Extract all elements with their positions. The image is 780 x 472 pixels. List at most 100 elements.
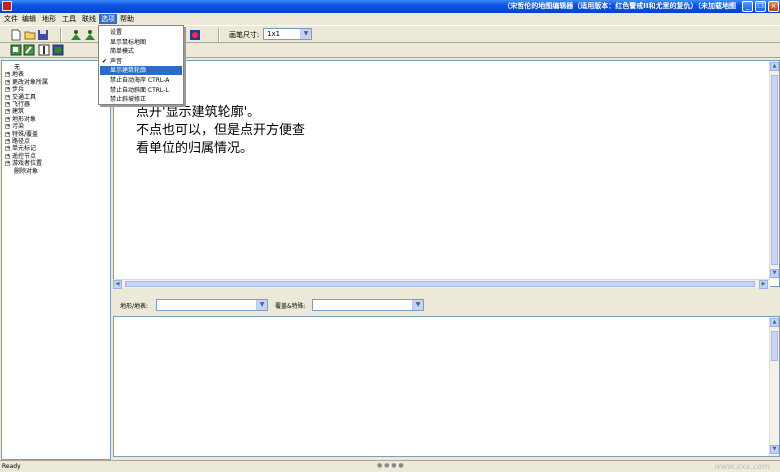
- tree-item[interactable]: + 飞行器: [5, 101, 30, 108]
- palette-icon: [190, 30, 200, 40]
- options-menu-item[interactable]: 禁止自动斜面 CTRL-L: [100, 86, 182, 95]
- options-menu-item[interactable]: 显示建筑轮廓: [100, 66, 182, 76]
- preview-vscroll-thumb[interactable]: [771, 331, 778, 361]
- chevron-down-icon: ▼: [300, 29, 311, 39]
- tree-item[interactable]: + 步兵: [5, 86, 24, 93]
- canvas-hscroll-thumb[interactable]: [125, 281, 755, 287]
- tree-item-label: 删除对象: [14, 167, 39, 175]
- expand-icon[interactable]: +: [5, 102, 10, 107]
- tree-item[interactable]: + 单元标记: [5, 145, 36, 152]
- expand-icon[interactable]: +: [5, 109, 10, 115]
- tree-item[interactable]: + 污染: [5, 123, 24, 130]
- canvas-vertical-scrollbar[interactable]: ▲ ▼: [769, 61, 779, 279]
- options-menu-item-label: 显示建筑轮廓: [110, 67, 147, 75]
- tree-item[interactable]: + 路径点: [5, 138, 30, 145]
- options-menu-item[interactable]: 禁止斜坡修正: [100, 95, 182, 104]
- status-bar: Ready ● ● ● ● www.xxx.com: [0, 460, 780, 472]
- scroll-up-icon[interactable]: ▲: [770, 318, 779, 327]
- tool-button-2[interactable]: [23, 44, 35, 56]
- options-menu-item-label: 禁止自动海岸 CTRL-A: [110, 77, 170, 84]
- menu-tools[interactable]: 工具: [60, 14, 78, 24]
- object-tree[interactable]: 无 + 地表 + 更改对象所属 + 步兵 + 交通工具 + 飞行器 + 建筑 + 地形对象 + 污染 + 特殊/覆盖…: [1, 60, 111, 460]
- note-line-2: 不点也可以，但是点开方便查: [136, 123, 306, 138]
- tree-item[interactable]: + 更改对象所属: [5, 79, 48, 86]
- open-file-button[interactable]: [24, 29, 36, 41]
- window-title: （宋哲伦的地图编辑器（适用版本：红色警戒II和尤里的复仇）（未加载地图: [503, 2, 736, 10]
- terrain-select[interactable]: ▼: [156, 299, 268, 311]
- menu-file[interactable]: 文件: [2, 14, 20, 24]
- scroll-right-icon[interactable]: ▶: [759, 280, 768, 289]
- toolbar-separator: [218, 28, 220, 42]
- lower-ground-button[interactable]: [84, 29, 96, 41]
- tree-item-label: 污染: [12, 123, 25, 131]
- expand-icon[interactable]: +: [5, 161, 10, 167]
- tool-button-4[interactable]: [52, 44, 64, 56]
- map-canvas[interactable]: 点开'显示建筑轮廓'。 不点也可以，但是点开方便查 看单位的归属情况。 ▲ ▼: [113, 60, 780, 287]
- tree-item-label: 无: [14, 64, 21, 71]
- options-menu-item[interactable]: 显示鼠标地图: [100, 38, 182, 47]
- tile-preview-area[interactable]: ▲ ▼: [113, 316, 780, 457]
- maximize-button[interactable]: ❐: [755, 1, 766, 12]
- menu-options[interactable]: 选项: [99, 14, 117, 24]
- pen-size-select[interactable]: 1x1 ▼: [263, 28, 312, 40]
- tree-item[interactable]: + 遥控节点: [5, 153, 36, 160]
- close-button[interactable]: ×: [768, 1, 779, 12]
- menu-terrain[interactable]: 地形: [40, 14, 58, 24]
- options-menu-item[interactable]: 简单模式: [100, 47, 182, 56]
- scroll-down-icon[interactable]: ▼: [770, 445, 779, 454]
- raise-ground-icon: [71, 30, 81, 40]
- raise-ground-button[interactable]: [70, 29, 82, 41]
- options-menu-item[interactable]: ✔ 声音: [100, 57, 182, 66]
- tree-item-label: 遥控节点: [12, 152, 37, 160]
- expand-icon[interactable]: +: [5, 131, 10, 137]
- expand-icon[interactable]: +: [5, 94, 10, 100]
- map-tool-icon: [38, 44, 50, 56]
- expand-icon[interactable]: +: [5, 146, 10, 152]
- tool-button-3[interactable]: [38, 44, 50, 56]
- scroll-down-icon[interactable]: ▼: [770, 269, 779, 278]
- save-button[interactable]: [37, 29, 49, 41]
- tree-item[interactable]: 删除对象: [5, 168, 38, 175]
- scroll-up-icon[interactable]: ▲: [770, 62, 779, 71]
- expand-icon[interactable]: +: [5, 79, 10, 85]
- overlay-select[interactable]: ▼: [312, 299, 424, 311]
- tree-item[interactable]: 无: [5, 64, 20, 71]
- close-icon: ×: [770, 2, 777, 10]
- preview-vertical-scrollbar[interactable]: ▲ ▼: [769, 317, 779, 456]
- minimize-button[interactable]: _: [742, 1, 753, 12]
- tree-item[interactable]: + 建筑: [5, 108, 24, 115]
- tool-button-1[interactable]: [10, 44, 22, 56]
- tree-item-label: 地形对象: [12, 115, 37, 123]
- tree-item[interactable]: + 交通工具: [5, 94, 36, 101]
- menu-edit[interactable]: 编辑: [20, 14, 38, 24]
- tree-item-label: 更改对象所属: [12, 78, 49, 86]
- expand-icon[interactable]: +: [5, 124, 10, 130]
- options-menu-item[interactable]: 禁止自动海岸 CTRL-A: [100, 76, 182, 85]
- map-tool-icon: [52, 44, 64, 56]
- tree-item[interactable]: + 特殊/覆盖: [5, 131, 38, 138]
- expand-icon[interactable]: +: [5, 72, 10, 78]
- expand-icon[interactable]: +: [5, 116, 10, 122]
- options-menu-item-label: 设置: [110, 29, 123, 36]
- expand-icon[interactable]: +: [5, 153, 10, 159]
- expand-icon[interactable]: +: [5, 87, 10, 93]
- options-menu-item[interactable]: 设置: [100, 28, 182, 37]
- scroll-left-icon[interactable]: ◀: [113, 280, 122, 289]
- expand-icon[interactable]: +: [5, 139, 10, 144]
- tree-item[interactable]: + 地表: [5, 71, 24, 78]
- tree-item-label: 飞行器: [12, 101, 31, 108]
- tree-item-label: 建筑: [12, 108, 25, 116]
- tree-item[interactable]: + 地形对象: [5, 116, 36, 123]
- map-tool-icon: [10, 44, 22, 56]
- menu-online[interactable]: 联线: [80, 14, 98, 24]
- tree-item[interactable]: + 游戏者位置: [5, 160, 42, 167]
- pager-dots: ● ● ● ●: [377, 462, 404, 469]
- tree-item-label: 特殊/覆盖: [12, 130, 39, 138]
- canvas-horizontal-scrollbar[interactable]: ◀ ▶: [113, 279, 770, 289]
- new-file-button[interactable]: [10, 29, 22, 41]
- options-menu-item-label: 禁止斜坡修正: [110, 96, 147, 104]
- menu-help[interactable]: 帮助: [118, 14, 136, 24]
- canvas-vscroll-thumb[interactable]: [771, 75, 778, 265]
- open-folder-icon: [24, 31, 36, 40]
- palette-button[interactable]: [189, 29, 201, 41]
